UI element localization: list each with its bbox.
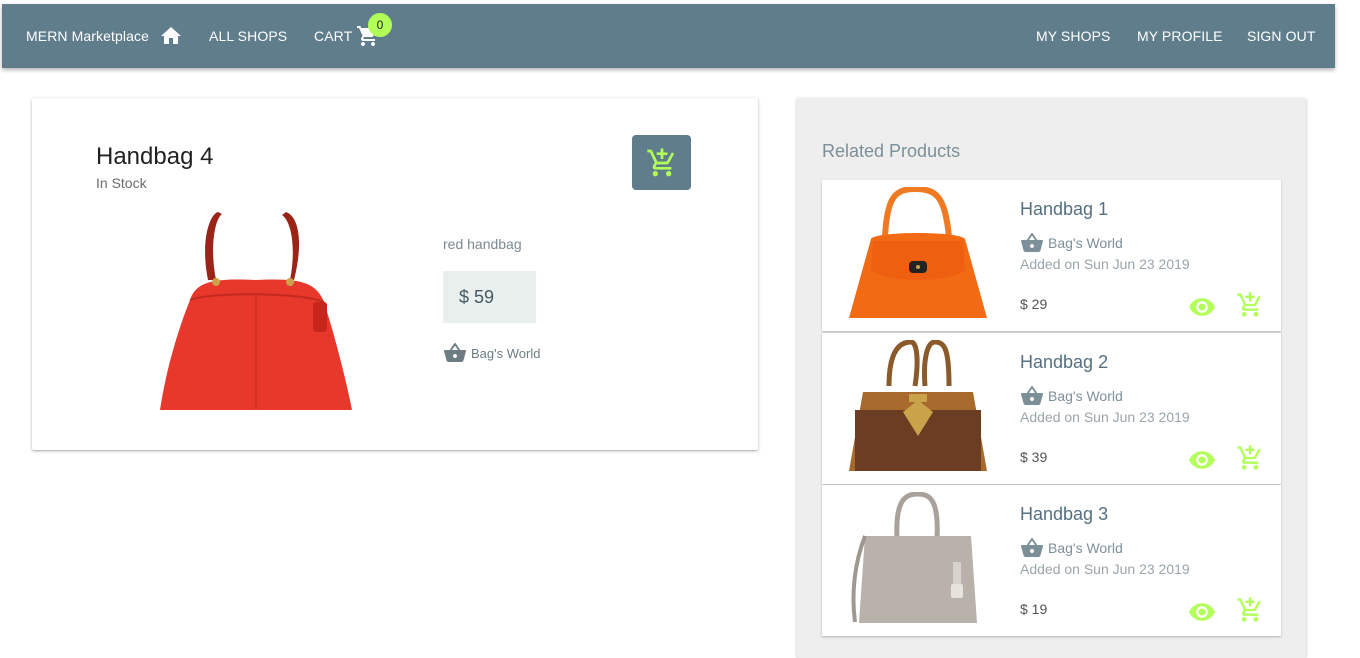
- related-item-title[interactable]: Handbag 1: [1020, 199, 1108, 220]
- all-shops-link[interactable]: ALL SHOPS: [209, 4, 287, 68]
- shopping-basket-icon: [1021, 386, 1043, 405]
- add-shopping-cart-icon: [646, 147, 674, 176]
- brown-handbag-image: [849, 340, 987, 471]
- related-item-date: Added on Sun Jun 23 2019: [1020, 256, 1190, 272]
- add-shopping-cart-icon[interactable]: [1236, 444, 1264, 472]
- add-shopping-cart-icon[interactable]: [1236, 596, 1264, 624]
- related-item: Handbag 3 Bag's World Added on Sun Jun 2…: [822, 485, 1281, 636]
- related-item-price: $ 19: [1020, 601, 1048, 617]
- related-item-shop: Bag's World: [1020, 536, 1123, 560]
- related-item-title[interactable]: Handbag 3: [1020, 504, 1108, 525]
- product-description: red handbag: [443, 236, 522, 252]
- add-to-cart-button[interactable]: [632, 135, 691, 190]
- eye-icon[interactable]: [1188, 598, 1216, 626]
- home-icon: [161, 27, 181, 44]
- app-bar: MERN Marketplace ALL SHOPS CART 0 MY SHO…: [2, 4, 1335, 68]
- related-item-shop: Bag's World: [1020, 384, 1123, 408]
- my-profile-link[interactable]: MY PROFILE: [1137, 4, 1223, 68]
- red-handbag-image: [160, 212, 352, 410]
- my-shops-link[interactable]: MY SHOPS: [1036, 4, 1110, 68]
- related-item-shop-name: Bag's World: [1048, 388, 1123, 404]
- related-item-date: Added on Sun Jun 23 2019: [1020, 409, 1190, 425]
- related-products-heading: Related Products: [822, 141, 961, 161]
- eye-icon[interactable]: [1188, 293, 1216, 321]
- related-products-panel: Related Products Handbag 1 Bag's World A…: [797, 98, 1306, 658]
- home-button[interactable]: [159, 4, 183, 68]
- shopping-basket-icon: [1021, 538, 1043, 557]
- orange-handbag-image: [849, 187, 987, 318]
- related-item-title[interactable]: Handbag 2: [1020, 352, 1108, 373]
- cart-link[interactable]: CART: [314, 4, 352, 68]
- related-item: Handbag 2 Bag's World Added on Sun Jun 2…: [822, 333, 1281, 484]
- related-item-shop: Bag's World: [1020, 231, 1123, 255]
- related-item-price: $ 39: [1020, 449, 1048, 465]
- product-shop[interactable]: Bag's World: [443, 341, 540, 365]
- product-price: $ 59: [443, 271, 536, 323]
- grey-handbag-image: [851, 492, 977, 623]
- related-item-shop-name: Bag's World: [1048, 235, 1123, 251]
- shopping-basket-icon: [1021, 233, 1043, 252]
- related-item-date: Added on Sun Jun 23 2019: [1020, 561, 1190, 577]
- related-item: Handbag 1 Bag's World Added on Sun Jun 2…: [822, 180, 1281, 331]
- brand-title[interactable]: MERN Marketplace: [26, 4, 149, 68]
- shopping-basket-icon: [444, 343, 466, 362]
- sign-out-link[interactable]: SIGN OUT: [1247, 4, 1315, 68]
- product-shop-name: Bag's World: [471, 345, 541, 361]
- product-card: Handbag 4 In Stock red handbag $ 59 Bag'…: [32, 98, 758, 450]
- related-item-shop-name: Bag's World: [1048, 540, 1123, 556]
- related-item-price: $ 29: [1020, 296, 1048, 312]
- cart-count-badge: 0: [368, 13, 392, 37]
- stock-status: In Stock: [96, 175, 147, 191]
- add-shopping-cart-icon[interactable]: [1236, 291, 1264, 319]
- product-title: Handbag 4: [96, 143, 214, 170]
- eye-icon[interactable]: [1188, 446, 1216, 474]
